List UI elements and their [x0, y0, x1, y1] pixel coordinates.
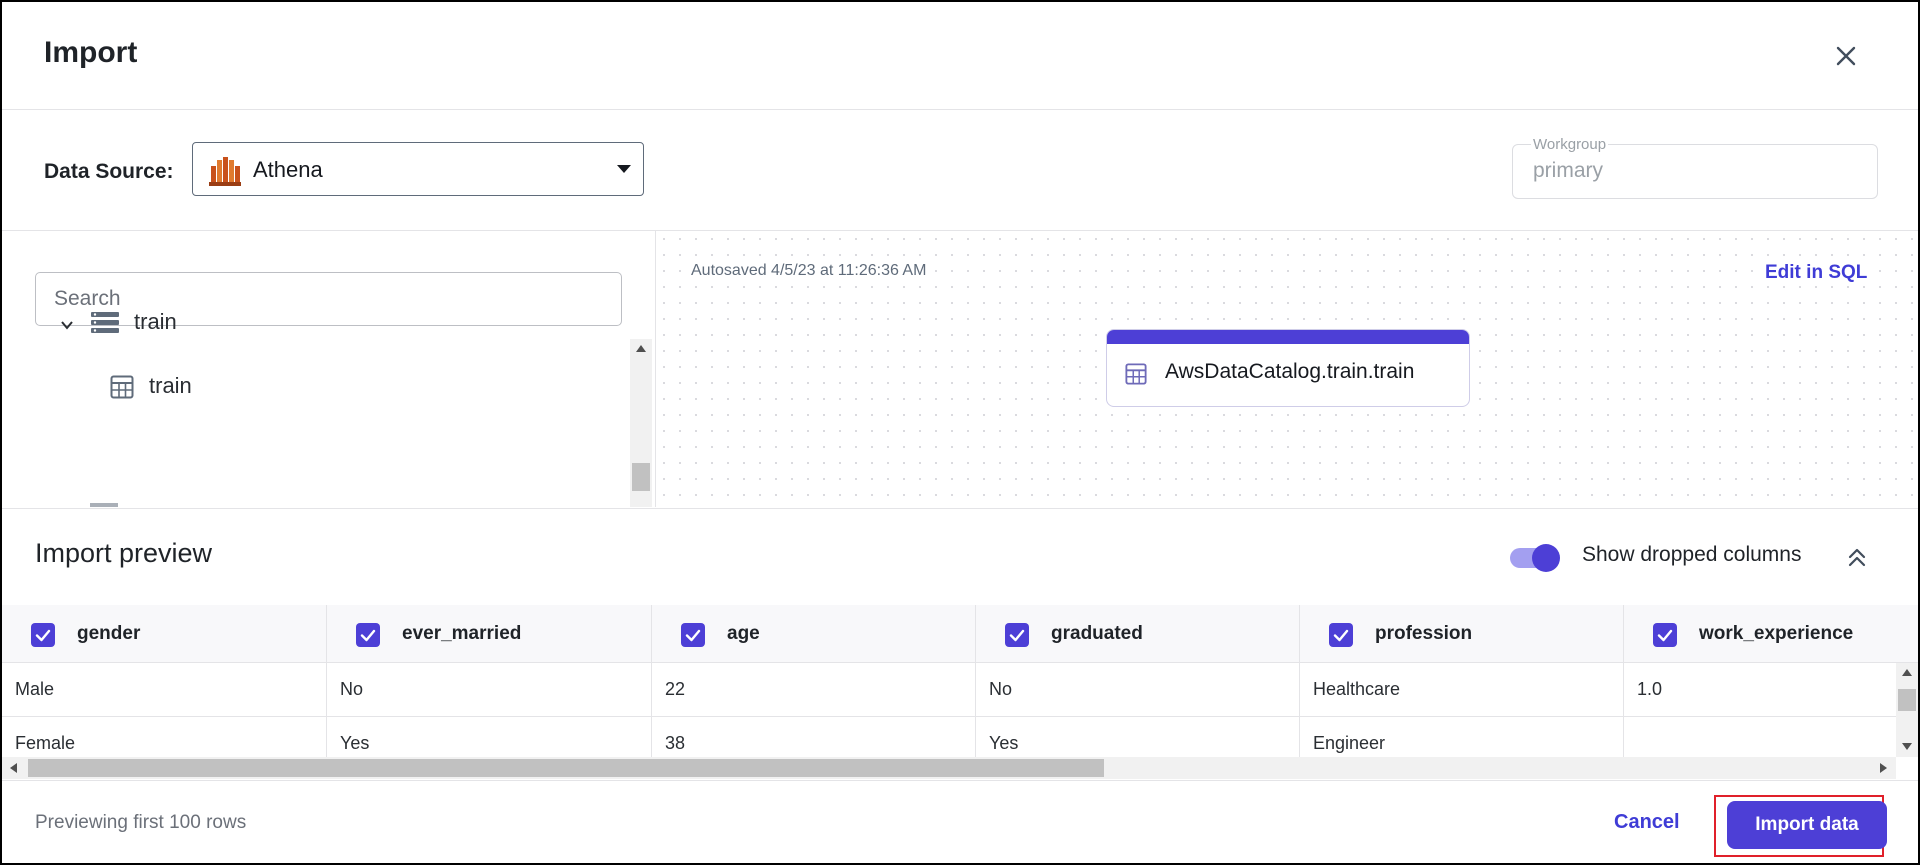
checkmark-icon [1333, 629, 1349, 642]
table-cell: 22 [652, 663, 976, 717]
table-horizontal-scrollbar[interactable] [2, 757, 1896, 779]
scroll-down-icon[interactable] [1902, 743, 1912, 750]
table-cell: No [976, 663, 1300, 717]
column-header-profession: profession [1300, 605, 1624, 663]
import-preview-title: Import preview [35, 538, 213, 568]
checkmark-icon [360, 629, 376, 642]
column-header-gender: gender [2, 605, 327, 663]
caret-down-icon [617, 165, 631, 173]
table-icon [1125, 363, 1147, 385]
scroll-left-icon[interactable] [10, 763, 17, 773]
data-source-select[interactable]: Athena [192, 142, 644, 196]
column-name: graduated [1051, 623, 1143, 644]
chevron-down-icon[interactable] [59, 317, 75, 333]
data-source-row: Data Source: Athena Workgroup primary [2, 110, 1918, 231]
scroll-right-icon[interactable] [1880, 763, 1887, 773]
tree-scrollbar[interactable] [630, 339, 652, 507]
column-name: work_experience [1699, 623, 1854, 644]
database-icon [91, 312, 119, 333]
table-icon [110, 375, 134, 399]
workgroup-value: primary [1533, 159, 1604, 182]
scroll-up-icon[interactable] [1902, 669, 1912, 676]
collapse-up-icon[interactable] [1846, 545, 1868, 569]
dialog-footer: Previewing first 100 rows Cancel Import … [2, 780, 1918, 863]
table-cell: Male [2, 663, 327, 717]
tree-item-partial [90, 503, 118, 507]
column-checkbox[interactable] [356, 623, 380, 647]
column-name: profession [1375, 623, 1473, 644]
data-source-label: Data Source: [44, 160, 174, 183]
tree-item-label: train [134, 309, 177, 334]
scroll-thumb[interactable] [28, 759, 1104, 777]
column-header-graduated: graduated [976, 605, 1300, 663]
import-data-button[interactable]: Import data [1727, 801, 1887, 849]
preview-row-note: Previewing first 100 rows [35, 812, 247, 833]
dialog-title: Import [44, 36, 138, 69]
show-dropped-columns-toggle[interactable] [1510, 544, 1560, 572]
table-cell: 1.0 [1624, 663, 1896, 717]
column-checkbox[interactable] [1329, 623, 1353, 647]
import-dialog: Import Data Source: Athena Workgroup pri… [0, 0, 1920, 865]
tree-item-table[interactable]: train [110, 373, 250, 405]
column-name: gender [77, 623, 141, 644]
column-header-age: age [652, 605, 976, 663]
column-checkbox[interactable] [1653, 623, 1677, 647]
scroll-thumb[interactable] [1898, 689, 1916, 711]
import-preview-header: Import preview Show dropped columns [2, 508, 1918, 606]
table-vertical-scrollbar[interactable] [1896, 663, 1918, 757]
data-source-value: Athena [253, 157, 323, 182]
checkmark-icon [1657, 629, 1673, 642]
column-checkbox[interactable] [681, 623, 705, 647]
workgroup-field: Workgroup primary [1512, 136, 1878, 199]
table-node[interactable]: AwsDataCatalog.train.train [1106, 329, 1470, 407]
toggle-knob [1532, 544, 1560, 572]
query-canvas: Autosaved 4/5/23 at 11:26:36 AM Edit in … [656, 231, 1918, 507]
checkmark-icon [685, 629, 701, 642]
column-checkbox[interactable] [1005, 623, 1029, 647]
cancel-button[interactable]: Cancel [1614, 811, 1680, 834]
table-cell: No [327, 663, 652, 717]
node-header-bar [1107, 330, 1469, 344]
athena-logo-icon [209, 156, 241, 186]
tree-item-database[interactable]: train [59, 309, 229, 341]
column-name: age [727, 623, 760, 644]
show-dropped-columns-label: Show dropped columns [1582, 543, 1802, 566]
autosave-status: Autosaved 4/5/23 at 11:26:36 AM [689, 262, 929, 280]
workgroup-label: Workgroup [1531, 136, 1609, 153]
dialog-header: Import [2, 2, 1918, 110]
edit-in-sql-link[interactable]: Edit in SQL [1763, 262, 1870, 284]
preview-table: gender ever_married age graduated profes… [2, 605, 1918, 780]
column-name: ever_married [402, 623, 522, 644]
scroll-up-icon[interactable] [636, 345, 646, 352]
table-node-label: AwsDataCatalog.train.train [1165, 360, 1415, 383]
checkmark-icon [1009, 629, 1025, 642]
close-icon[interactable] [1828, 38, 1864, 74]
table-cell: Healthcare [1300, 663, 1624, 717]
checkmark-icon [35, 629, 51, 642]
scroll-thumb[interactable] [632, 463, 650, 491]
tree-item-label: train [149, 373, 192, 398]
catalog-panel: train train [2, 231, 656, 507]
column-header-work-experience: work_experience [1624, 605, 1918, 663]
column-header-ever-married: ever_married [327, 605, 652, 663]
column-checkbox[interactable] [31, 623, 55, 647]
